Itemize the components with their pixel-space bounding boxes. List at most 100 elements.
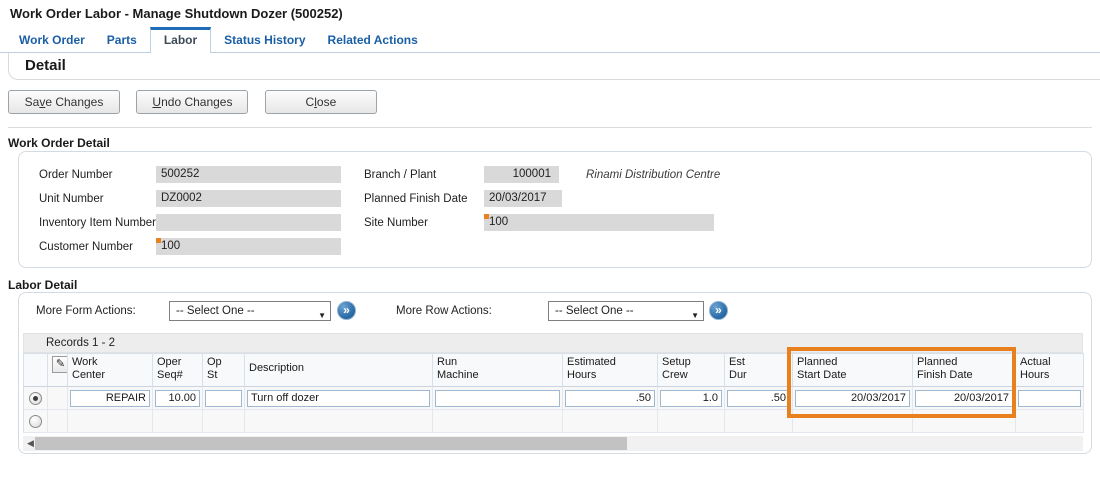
labor-detail-title: Labor Detail bbox=[8, 278, 77, 292]
row1-actual-hours-cell bbox=[1016, 387, 1084, 410]
col-line2: Crew bbox=[662, 369, 720, 382]
row1-radio-button[interactable] bbox=[29, 392, 42, 405]
col-line1: Estimated bbox=[567, 356, 653, 369]
row1-select-cell bbox=[24, 387, 48, 410]
row1-description-cell bbox=[245, 387, 433, 410]
dropdown-caret-icon: ▼ bbox=[318, 307, 326, 325]
scrollbar-thumb[interactable] bbox=[35, 437, 627, 450]
inventory-item-number-field bbox=[156, 214, 341, 231]
row1-est-dur-cell bbox=[725, 387, 793, 410]
row1-planned-finish-date-cell bbox=[913, 387, 1016, 410]
row2-op-st-cell bbox=[203, 410, 245, 433]
branch-plant-description: Rinami Distribution Centre bbox=[586, 166, 720, 184]
branch-plant-field: 100001 bbox=[484, 166, 559, 183]
row2-work-center-cell bbox=[68, 410, 153, 433]
toolbar-divider bbox=[8, 127, 1092, 128]
site-number-value: 100 bbox=[489, 216, 508, 228]
work-order-detail-panel: Order Number 500252 Unit Number DZ0002 I… bbox=[18, 151, 1092, 268]
col-work-center: WorkCenter bbox=[68, 354, 153, 387]
col-line1: Oper bbox=[157, 356, 198, 369]
row-select-column-header bbox=[24, 354, 48, 387]
row2-estimated-hours-cell bbox=[563, 410, 658, 433]
row1-run-machine-cell bbox=[433, 387, 563, 410]
work-order-labor-window: Work Order Labor - Manage Shutdown Dozer… bbox=[0, 0, 1100, 478]
window-title: Work Order Labor - Manage Shutdown Dozer… bbox=[0, 0, 1100, 27]
op-st-input[interactable] bbox=[205, 390, 242, 407]
row1-oper-seq-cell bbox=[153, 387, 203, 410]
records-label: Records 1 - 2 bbox=[46, 337, 115, 349]
col-line1: Est bbox=[729, 356, 788, 369]
more-row-actions-select[interactable]: -- Select One -- ▼ bbox=[548, 301, 704, 321]
row1-planned-start-date-cell bbox=[793, 387, 913, 410]
customer-number-field: 100 bbox=[156, 238, 341, 255]
col-line2: Hours bbox=[1020, 369, 1079, 382]
col-line1: Op bbox=[207, 356, 240, 369]
col-line1: Description bbox=[249, 356, 428, 375]
more-form-actions-value: -- Select One -- bbox=[176, 305, 255, 317]
estimated-hours-input[interactable] bbox=[565, 390, 655, 407]
changed-field-marker-icon bbox=[156, 238, 161, 243]
unit-number-label: Unit Number bbox=[39, 190, 104, 208]
undo-label-mnemonic: U bbox=[152, 95, 161, 109]
row1-op-st-cell bbox=[203, 387, 245, 410]
row2-planned-start-date-cell bbox=[793, 410, 913, 433]
col-planned-finish-date: PlannedFinish Date bbox=[913, 354, 1016, 387]
inventory-item-number-label: Inventory Item Number bbox=[39, 214, 156, 232]
tab-related-actions[interactable]: Related Actions bbox=[317, 29, 429, 52]
description-input[interactable] bbox=[247, 390, 430, 407]
col-line2: Hours bbox=[567, 369, 653, 382]
col-line2: Machine bbox=[437, 369, 558, 382]
tab-parts[interactable]: Parts bbox=[96, 29, 148, 52]
est-dur-input[interactable] bbox=[727, 390, 790, 407]
work-center-input[interactable] bbox=[70, 390, 150, 407]
close-button[interactable]: Close bbox=[265, 90, 377, 114]
row-actions-go-button[interactable]: » bbox=[709, 301, 728, 320]
unit-number-field: DZ0002 bbox=[156, 190, 341, 207]
col-line1: Planned bbox=[917, 356, 1011, 369]
order-number-field: 500252 bbox=[156, 166, 341, 183]
row2-run-machine-cell bbox=[433, 410, 563, 433]
close-label-post: ose bbox=[317, 95, 336, 109]
save-changes-button[interactable]: Save Changes bbox=[8, 90, 120, 114]
tab-status-history[interactable]: Status History bbox=[213, 29, 316, 52]
planned-finish-date-input[interactable] bbox=[915, 390, 1013, 407]
row2-oper-seq-cell bbox=[153, 410, 203, 433]
tab-labor[interactable]: Labor bbox=[150, 27, 211, 53]
more-form-actions-select[interactable]: -- Select One -- ▼ bbox=[169, 301, 331, 321]
oper-seq-input[interactable] bbox=[155, 390, 200, 407]
form-actions-go-button[interactable]: » bbox=[337, 301, 356, 320]
row1-setup-crew-cell bbox=[658, 387, 725, 410]
scroll-left-arrow-icon[interactable]: ◀ bbox=[27, 438, 34, 449]
setup-crew-input[interactable] bbox=[660, 390, 722, 407]
undo-changes-button[interactable]: Undo Changes bbox=[136, 90, 248, 114]
row2-radio-button[interactable] bbox=[29, 415, 42, 428]
customize-grid-column-header: ✎ bbox=[48, 354, 68, 387]
row1-work-center-cell bbox=[68, 387, 153, 410]
more-form-actions-label: More Form Actions: bbox=[36, 301, 136, 321]
order-number-label: Order Number bbox=[39, 166, 113, 184]
site-number-label: Site Number bbox=[364, 214, 428, 232]
run-machine-input[interactable] bbox=[435, 390, 560, 407]
row1-estimated-hours-cell bbox=[563, 387, 658, 410]
tab-work-order[interactable]: Work Order bbox=[8, 29, 96, 52]
site-number-field: 100 bbox=[484, 214, 714, 231]
col-op-st: OpSt bbox=[203, 354, 245, 387]
col-line2: Start Date bbox=[797, 369, 908, 382]
customize-grid-icon[interactable]: ✎ bbox=[52, 356, 69, 373]
planned-start-date-input[interactable] bbox=[795, 390, 910, 407]
grid-horizontal-scrollbar[interactable]: ◀ bbox=[23, 436, 1083, 451]
labor-grid: ✎ WorkCenter OperSeq# OpSt Description R… bbox=[23, 353, 1084, 433]
col-line2: Finish Date bbox=[917, 369, 1011, 382]
actual-hours-input[interactable] bbox=[1018, 390, 1081, 407]
col-setup-crew: SetupCrew bbox=[658, 354, 725, 387]
labor-detail-panel: More Form Actions: -- Select One -- ▼ » … bbox=[18, 292, 1092, 454]
col-line1: Actual bbox=[1020, 356, 1079, 369]
row2-planned-finish-date-cell bbox=[913, 410, 1016, 433]
dropdown-caret-icon: ▼ bbox=[691, 307, 699, 325]
col-line1: Work bbox=[72, 356, 148, 369]
grid-header-row: ✎ WorkCenter OperSeq# OpSt Description R… bbox=[24, 354, 1084, 387]
more-row-actions-value: -- Select One -- bbox=[555, 305, 634, 317]
close-label-pre: C bbox=[306, 95, 315, 109]
row2-actual-hours-cell bbox=[1016, 410, 1084, 433]
col-run-machine: RunMachine bbox=[433, 354, 563, 387]
